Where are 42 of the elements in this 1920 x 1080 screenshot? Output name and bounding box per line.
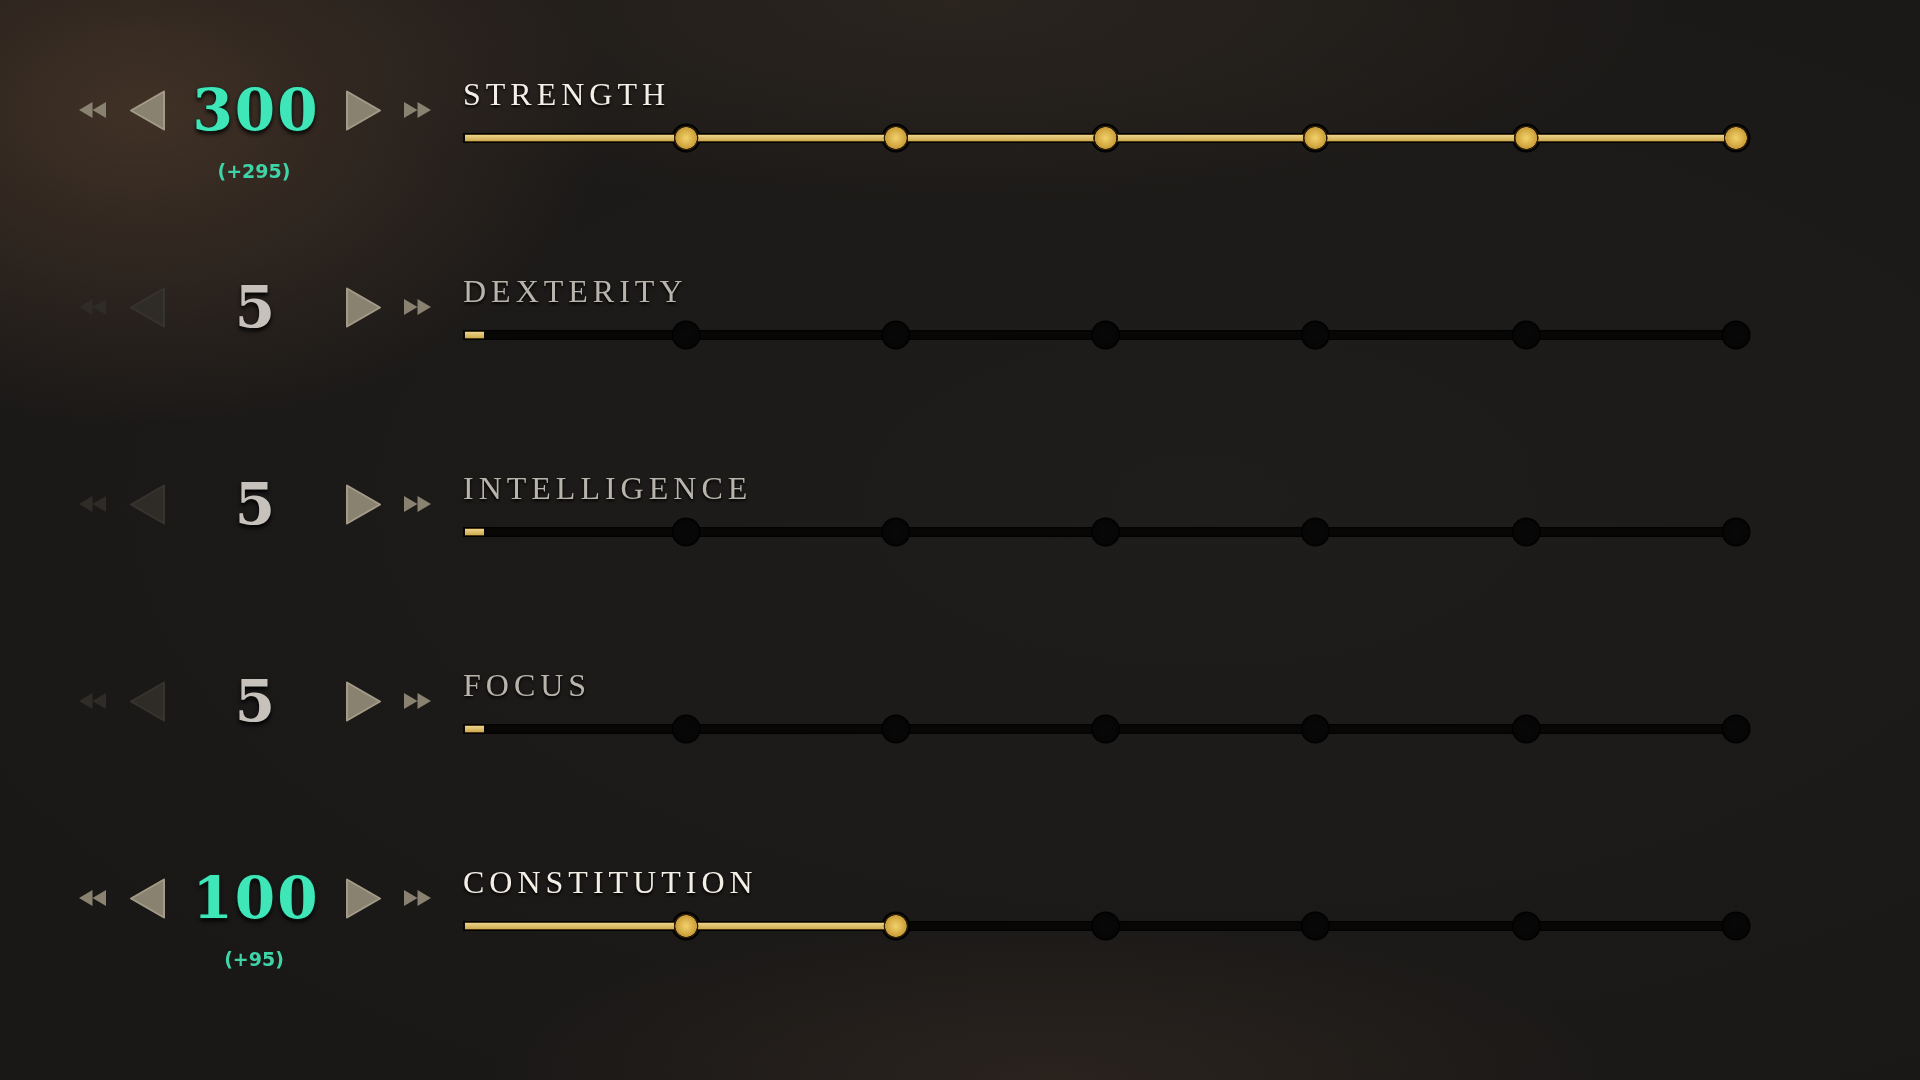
attribute-value: 100 <box>192 868 320 928</box>
increase-all-button[interactable] <box>404 299 431 315</box>
double-right-arrow-icon <box>404 496 431 512</box>
right-triangle-icon <box>346 286 382 328</box>
increase-button[interactable] <box>346 483 382 525</box>
double-right-arrow-icon <box>404 890 431 906</box>
double-right-arrow-icon <box>404 102 431 118</box>
double-left-arrow-icon <box>79 890 106 906</box>
increase-all-button[interactable] <box>404 693 431 709</box>
left-triangle-icon <box>129 680 165 722</box>
increase-button[interactable] <box>346 89 382 131</box>
left-triangle-icon <box>129 89 165 131</box>
bonus-text: (+95) <box>224 948 284 970</box>
double-right-arrow-icon <box>404 299 431 315</box>
bonus-text: (+295) <box>217 160 291 182</box>
left-triangle-icon <box>129 483 165 525</box>
increase-all-button[interactable] <box>404 102 431 118</box>
attribute-value: 5 <box>234 474 278 534</box>
attribute-value: 5 <box>234 671 278 731</box>
right-triangle-icon <box>346 89 382 131</box>
attribute-name: FOCUS <box>463 666 592 705</box>
attribute-name: INTELLIGENCE <box>463 469 753 508</box>
attribute-name: STRENGTH <box>463 75 671 114</box>
double-right-arrow-icon <box>404 693 431 709</box>
left-triangle-icon <box>129 877 165 919</box>
increase-all-button[interactable] <box>404 890 431 906</box>
double-left-arrow-icon <box>79 102 106 118</box>
decrease-button[interactable] <box>129 877 165 919</box>
increase-all-button[interactable] <box>404 496 431 512</box>
increase-button[interactable] <box>346 877 382 919</box>
decrease-all-button[interactable] <box>79 890 106 906</box>
attribute-name: CONSTITUTION <box>463 863 758 902</box>
attribute-name: DEXTERITY <box>463 272 688 311</box>
attribute-value: 5 <box>234 277 278 337</box>
decrease-all-button[interactable] <box>79 102 106 118</box>
decrease-button[interactable] <box>129 89 165 131</box>
attribute-value: 300 <box>192 80 320 140</box>
right-triangle-icon <box>346 877 382 919</box>
increase-button[interactable] <box>346 286 382 328</box>
increase-button[interactable] <box>346 680 382 722</box>
right-triangle-icon <box>346 483 382 525</box>
right-triangle-icon <box>346 680 382 722</box>
